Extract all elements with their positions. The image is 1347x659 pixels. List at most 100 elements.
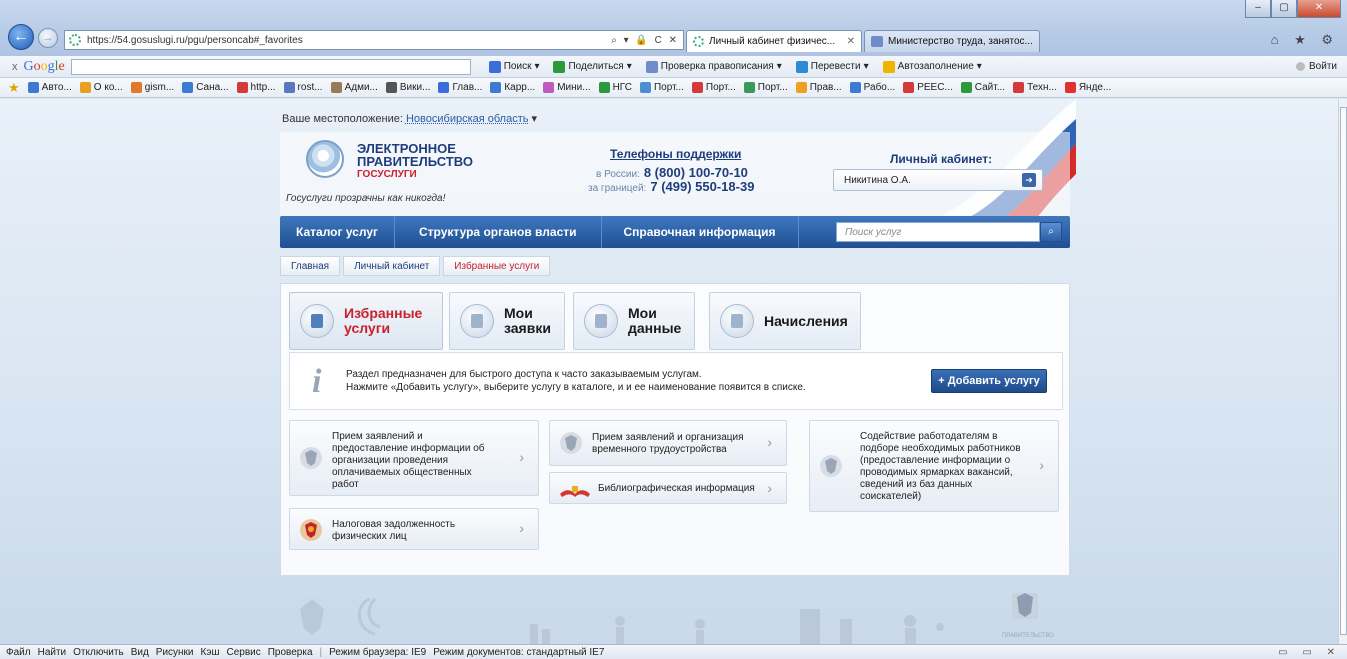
forward-button[interactable]: → (38, 28, 58, 48)
statusbar-item[interactable]: Кэш (201, 647, 220, 658)
favorite-item[interactable]: http... (236, 82, 276, 93)
chevron-down-icon[interactable]: ▾ (529, 113, 538, 125)
favorite-item[interactable]: Рабо... (849, 82, 895, 93)
address-bar[interactable]: https://54.gosuslugi.ru/pgu/personcab#_f… (64, 30, 684, 50)
chevron-down-icon[interactable]: ▾ (627, 61, 632, 72)
chevron-down-icon[interactable]: ▾ (777, 61, 782, 72)
vertical-scrollbar[interactable] (1338, 99, 1347, 644)
favorite-item[interactable]: Янде... (1064, 82, 1111, 93)
favorite-item[interactable]: Прав... (795, 82, 842, 93)
favorite-item[interactable]: Вики... (385, 82, 430, 93)
tab-ministry-labor[interactable]: Министерство труда, занятос... (864, 30, 1040, 52)
info-box: i Раздел предназначен для быстрого досту… (289, 352, 1063, 410)
statusbar-item[interactable]: Файл (6, 647, 31, 658)
logo-text[interactable]: ЭЛЕКТРОННОЕ ПРАВИТЕЛЬСТВО (357, 142, 473, 168)
gosuslugi-logo-icon[interactable] (306, 140, 344, 178)
tab-my-requests[interactable]: Мои заявки (449, 292, 565, 350)
google-tool-2[interactable]: Проверка правописания ▾ (645, 60, 782, 73)
favorite-item[interactable]: Сана... (182, 82, 229, 93)
statusbar-item[interactable]: Отключить (73, 647, 124, 658)
minimize-button[interactable]: – (1245, 0, 1271, 18)
favorite-item[interactable]: Мини... (543, 82, 591, 93)
favicon-icon (795, 82, 807, 93)
google-tool-3[interactable]: Перевести ▾ (795, 60, 869, 73)
statusbar-item[interactable]: Найти (38, 647, 67, 658)
favorite-item[interactable]: gism... (130, 82, 174, 93)
phone-abroad: за границей: 7 (499) 550-18-39 (588, 179, 755, 194)
cabinet-user[interactable]: Никитина О.А. ➜ (833, 169, 1043, 191)
breadcrumb-home[interactable]: Главная (280, 256, 341, 276)
chevron-down-icon[interactable]: ▾ (864, 61, 869, 72)
service-card[interactable]: Библиографическая информация › (549, 472, 787, 504)
google-signin[interactable]: Войти (1296, 61, 1337, 72)
favicon-icon (903, 82, 915, 93)
favorite-item[interactable]: Порт... (691, 82, 736, 93)
service-card[interactable]: Содействие работодателям в подборе необх… (809, 420, 1059, 512)
add-service-button[interactable]: + Добавить услугу (931, 369, 1047, 393)
favorite-item[interactable]: Порт... (743, 82, 788, 93)
favorite-item[interactable]: Техн... (1013, 82, 1057, 93)
statusbar-mode2[interactable]: Режим документов: стандартный IE7 (433, 647, 604, 658)
statusbar-item[interactable]: Проверка (268, 647, 313, 658)
favorite-item[interactable]: НГС (598, 82, 632, 93)
browser-titlebar: – ▢ ✕ ← → https://54.gosuslugi.ru/pgu/pe… (0, 0, 1347, 56)
favorite-item[interactable]: Сайт... (960, 82, 1005, 93)
nav-reference[interactable]: Справочная информация (602, 216, 799, 248)
favorite-item[interactable]: Авто... (27, 82, 72, 93)
address-actions[interactable]: ⌕ ▾ 🔒 C ✕ (611, 35, 683, 46)
statusbar-window-icons[interactable]: ▭ ▭ ✕ (1278, 647, 1341, 658)
location-link[interactable]: Новосибирская область (406, 113, 529, 125)
search-icon[interactable]: ⌕ (1040, 222, 1062, 242)
scrollbar-thumb[interactable] (1340, 107, 1347, 635)
favorite-item[interactable]: Карр... (490, 82, 535, 93)
google-tool-4[interactable]: Автозаполнение ▾ (882, 60, 982, 73)
divider: | (319, 646, 323, 658)
address-url[interactable]: https://54.gosuslugi.ru/pgu/personcab#_f… (87, 35, 611, 46)
chevron-down-icon[interactable]: ▾ (534, 61, 539, 72)
nav-structure[interactable]: Структура органов власти (395, 216, 602, 248)
google-tool-0[interactable]: Поиск ▾ (488, 60, 539, 73)
browser-toolbar-icons[interactable]: ⌂ ★ ⚙ (1271, 32, 1339, 48)
favorite-item[interactable]: rost... (283, 82, 323, 93)
tab-personal-cabinet[interactable]: Личный кабинет физичес... ✕ (686, 30, 862, 52)
favorite-item[interactable]: Порт... (639, 82, 684, 93)
favorite-item[interactable]: Глав... (438, 82, 482, 93)
statusbar-item[interactable]: Вид (131, 647, 149, 658)
maximize-button[interactable]: ▢ (1271, 0, 1297, 18)
logout-icon[interactable]: ➜ (1022, 173, 1036, 187)
breadcrumb-cabinet[interactable]: Личный кабинет (343, 256, 441, 276)
close-window-button[interactable]: ✕ (1297, 0, 1341, 18)
search-input[interactable]: Поиск услуг (836, 222, 1040, 242)
favorite-item[interactable]: О ко... (79, 82, 123, 93)
chevron-down-icon[interactable]: ▾ (977, 61, 982, 72)
service-card[interactable]: Налоговая задолженность физических лиц › (289, 508, 539, 550)
favorite-item[interactable]: Адми... (330, 82, 378, 93)
statusbar-item[interactable]: Сервис (226, 647, 260, 658)
google-search-input[interactable] (70, 58, 471, 75)
google-tool-1[interactable]: Поделиться ▾ (553, 60, 632, 73)
info-text: Раздел предназначен для быстрого доступа… (346, 369, 806, 393)
statusbar-mode1[interactable]: Режим браузера: IE9 (329, 647, 426, 658)
user-name: Никитина О.А. (844, 175, 911, 186)
cabinet-title: Личный кабинет: (890, 152, 993, 166)
tool-icon (882, 60, 895, 73)
nav-catalog[interactable]: Каталог услуг (280, 216, 396, 248)
coat-of-arms-icon (300, 447, 322, 469)
breadcrumb: Главная Личный кабинет Избранные услуги (280, 256, 553, 276)
tab-charges[interactable]: Начисления (709, 292, 861, 350)
tab-my-data[interactable]: Мои данные (573, 292, 695, 350)
back-button[interactable]: ← (8, 24, 34, 50)
support-phones-title[interactable]: Телефоны поддержки (610, 147, 741, 161)
favicon-icon (236, 82, 248, 93)
close-tab-icon[interactable]: ✕ (847, 36, 855, 47)
tab-favorites[interactable]: Избранные услуги (289, 292, 443, 350)
library-icon (560, 486, 590, 497)
service-card[interactable]: Прием заявлений и предоставление информа… (289, 420, 539, 496)
service-title: Библиографическая информация (598, 483, 755, 494)
favicon-icon (490, 82, 502, 93)
favorite-item[interactable]: РЕЕС... (903, 82, 953, 93)
statusbar-item[interactable]: Рисунки (156, 647, 194, 658)
service-card[interactable]: Прием заявлений и организация временного… (549, 420, 787, 466)
favorites-star-icon[interactable]: ★ (8, 80, 20, 96)
close-toolbar-icon[interactable]: x (12, 61, 18, 73)
